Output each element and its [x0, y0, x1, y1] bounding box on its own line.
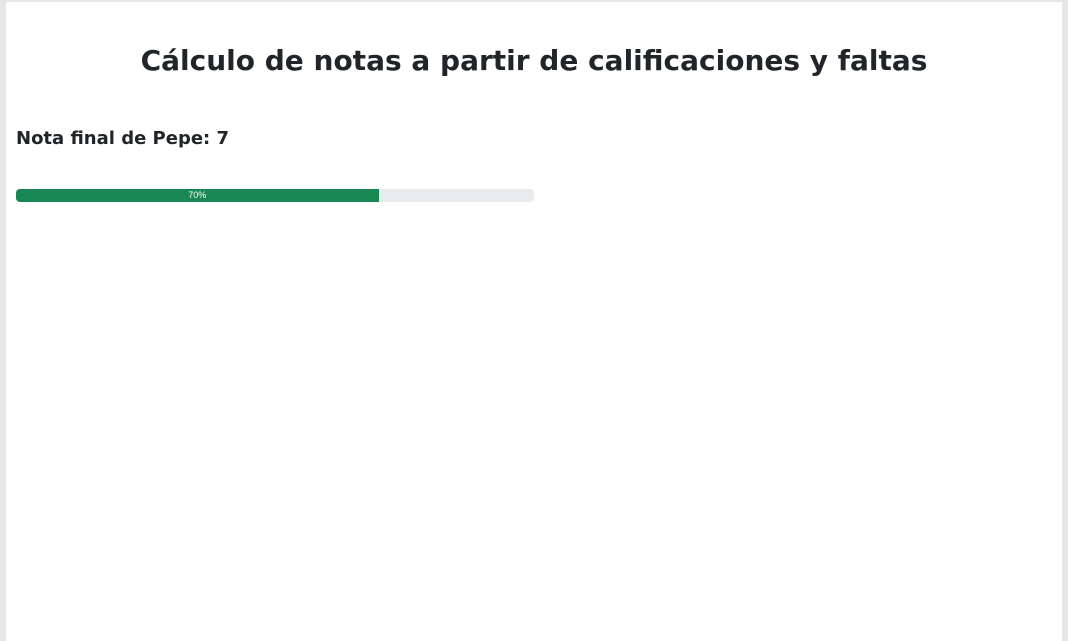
final-grade-label: Nota final de Pepe:: [16, 128, 211, 149]
grade-progress-bar: 70%: [16, 189, 534, 202]
page-title: Cálculo de notas a partir de calificacio…: [140, 44, 928, 77]
final-grade-value: 7: [216, 128, 230, 149]
page-container: Cálculo de notas a partir de calificacio…: [6, 2, 1062, 641]
grade-progress-fill: 70%: [16, 189, 379, 202]
progress-percent-label: 70%: [188, 190, 207, 200]
final-grade-heading: Nota final de Pepe: 7: [16, 124, 229, 154]
